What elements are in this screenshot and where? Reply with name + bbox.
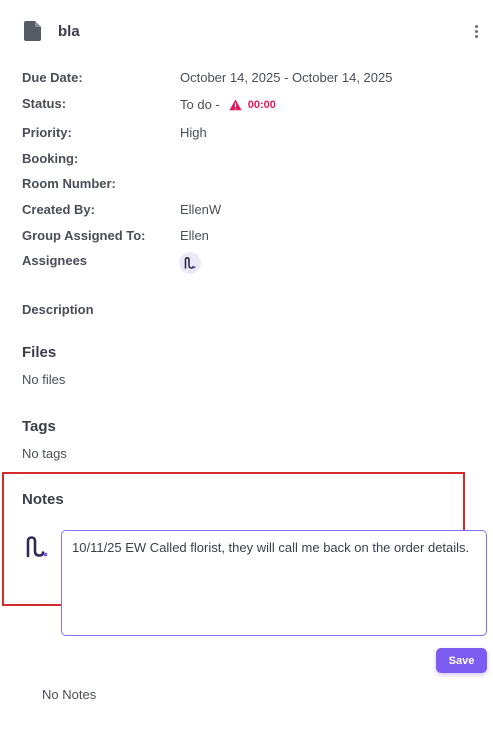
priority-label: Priority: (22, 125, 72, 140)
room-number-label: Room Number: (22, 176, 116, 191)
files-empty: No files (22, 372, 66, 387)
tags-title: Tags (22, 418, 56, 435)
task-header: bla (0, 0, 493, 60)
notes-title: Notes (22, 491, 64, 508)
document-icon (24, 21, 41, 41)
status-value-group: To do - 00:00 (180, 97, 276, 112)
status-value: To do - (180, 97, 220, 112)
group-assigned-label: Group Assigned To: (22, 228, 146, 243)
user-logo-icon (26, 536, 48, 558)
warning-icon (229, 99, 242, 110)
note-editor[interactable]: 10/11/25 EW Called florist, they will ca… (61, 530, 487, 636)
task-title: bla (58, 23, 80, 40)
assignees-label: Assignees (22, 253, 88, 268)
more-vertical-icon[interactable] (466, 22, 486, 40)
description-title: Description (22, 302, 94, 317)
due-date-value: October 14, 2025 - October 14, 2025 (180, 70, 393, 85)
group-assigned-value: Ellen (180, 228, 209, 243)
created-by-value: EllenW (180, 202, 222, 217)
overdue-timer: 00:00 (247, 98, 276, 111)
assignee-avatar[interactable] (179, 252, 201, 274)
files-title: Files (22, 344, 57, 361)
notes-empty: No Notes (42, 687, 97, 702)
due-date-label: Due Date: (22, 70, 83, 85)
status-label: Status: (22, 96, 67, 111)
booking-label: Booking: (22, 151, 79, 166)
user-logo-icon (184, 256, 196, 269)
priority-value: High (180, 125, 207, 140)
tags-empty: No tags (22, 446, 67, 461)
created-by-label: Created By: (22, 202, 95, 217)
save-note-button[interactable]: Save (436, 648, 487, 673)
